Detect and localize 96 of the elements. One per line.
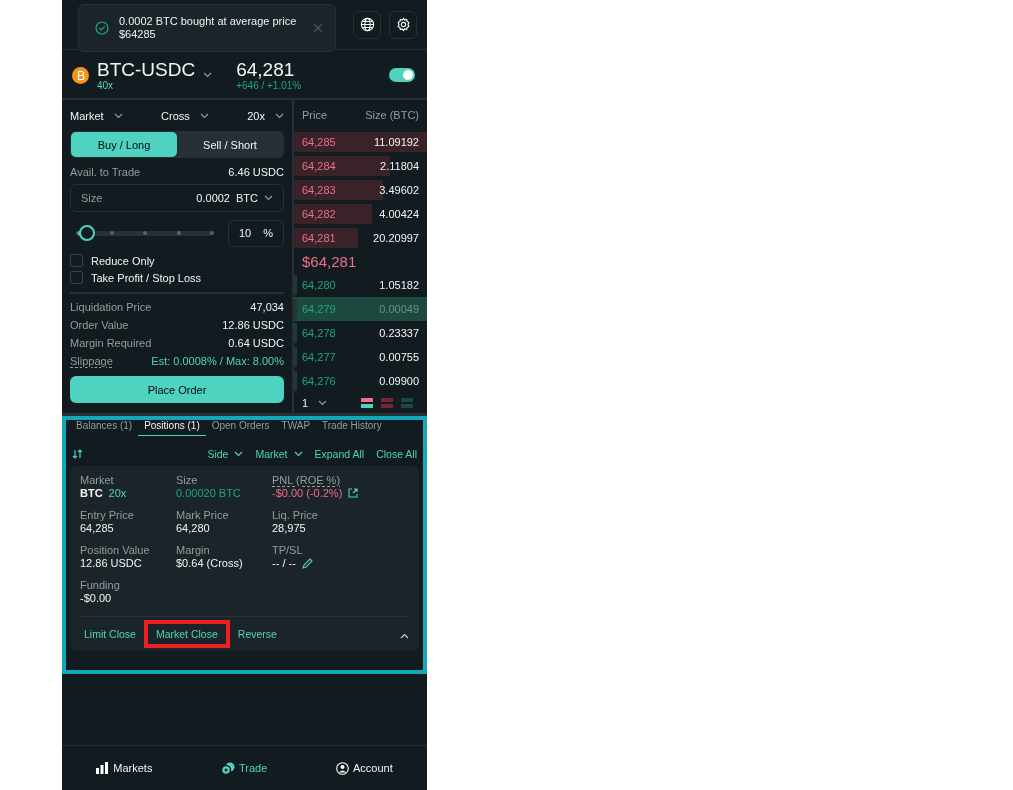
field-value: 28,975 — [272, 522, 306, 534]
field-label: Funding — [80, 579, 120, 591]
field-label: Mark Price — [176, 509, 229, 521]
ask-row[interactable]: 64,284 2.11804 — [294, 153, 427, 178]
field-value: 6.46 USDC — [228, 166, 284, 178]
checkbox-label: Reduce Only — [91, 254, 155, 267]
column-header: Price — [302, 108, 328, 121]
field-value: 64,280 — [176, 522, 210, 534]
sort-icon[interactable] — [72, 449, 83, 459]
positions-tab[interactable]: TWAP — [275, 420, 317, 436]
chevron-down-icon — [234, 451, 244, 457]
market-price: 64,281 — [236, 59, 296, 80]
field-value: 12.86 USDC — [80, 557, 142, 569]
mid-price: $64,281 — [301, 251, 358, 272]
chevron-down-icon — [203, 72, 213, 78]
positions-tab[interactable]: Balances (1) — [70, 420, 139, 436]
field-label: PNL (ROE %) — [272, 474, 341, 486]
leverage-tag: 20x — [108, 487, 127, 499]
bitcoin-icon — [72, 66, 89, 84]
nav-item[interactable]: Account — [329, 760, 399, 776]
field-label: Position Value — [80, 544, 150, 556]
market-symbol[interactable]: BTC-USDC — [97, 59, 196, 80]
nav-item[interactable]: Markets — [90, 761, 159, 775]
summary-label: Liquidation Price — [70, 301, 152, 313]
summary-value: 47,034 — [250, 301, 284, 313]
summary-label: Order Value — [70, 319, 129, 331]
toast-message: 0.0002 BTC bought at average price $64285 — [119, 15, 298, 41]
side-tab[interactable]: Buy / Long — [71, 132, 177, 157]
field-label: Market — [80, 474, 114, 486]
field-label: Liq. Price — [272, 509, 318, 521]
globe-icon[interactable] — [353, 10, 381, 39]
field-value: -- / -- — [272, 557, 296, 569]
field-value: -$0.00 (-0.2%) — [272, 487, 343, 499]
positions-tab[interactable]: Positions (1) — [138, 420, 206, 436]
field-value: 0.00020 BTC — [176, 487, 241, 499]
ask-row[interactable]: 64,281 20.20997 — [294, 225, 427, 250]
dropdown-select[interactable]: Cross — [161, 110, 209, 122]
size-field[interactable]: Size 0.0002 BTC — [70, 184, 284, 212]
field-value: 64,285 — [80, 522, 114, 534]
positions-tab[interactable]: Open Orders — [205, 420, 276, 436]
coins-icon — [221, 761, 235, 775]
user-icon — [335, 761, 349, 775]
checkbox-label: Take Profit / Stop Loss — [91, 271, 202, 284]
field-value: -$0.00 — [80, 592, 112, 604]
filter-dropdown[interactable]: Market — [255, 448, 303, 460]
percent-field[interactable]: 10 % — [228, 219, 284, 247]
ask-row[interactable]: 64,283 3.49602 — [294, 177, 427, 202]
field-label: Size — [176, 474, 198, 486]
field-label: Entry Price — [80, 509, 134, 521]
max-leverage: 40x — [97, 79, 115, 91]
chevron-up-icon — [400, 632, 409, 639]
settings-icon[interactable] — [389, 10, 417, 39]
dropdown-select[interactable]: 20x — [247, 110, 284, 122]
check-circle-icon — [95, 21, 109, 35]
chevron-down-icon — [293, 451, 303, 457]
field-label: Margin — [176, 544, 210, 556]
chevron-down-icon — [113, 113, 123, 119]
summary-value: 12.86 USDC — [222, 319, 284, 331]
price-change: +646 / +1.01% — [236, 79, 303, 91]
field-value: BTC — [80, 487, 103, 499]
field-label: TP/SL — [272, 544, 303, 556]
action-link[interactable]: Close All — [376, 448, 417, 460]
position-action[interactable]: Limit Close — [80, 620, 140, 648]
chevron-down-icon — [199, 113, 209, 119]
ask-row[interactable]: 64,285 11.09192 — [294, 129, 427, 154]
position-action[interactable]: Reverse — [233, 620, 281, 648]
dropdown-select[interactable]: Market — [70, 110, 123, 122]
filter-dropdown[interactable]: Side — [207, 448, 244, 460]
ask-row[interactable]: 64,282 4.00424 — [294, 201, 427, 226]
nav-item[interactable]: Trade — [215, 760, 274, 776]
column-header: Size (BTC) — [365, 108, 419, 121]
side-tab[interactable]: Sell / Short — [177, 132, 283, 157]
chevron-down-icon — [264, 195, 273, 201]
positions-tab[interactable]: Trade History — [316, 420, 388, 436]
checkbox[interactable] — [70, 254, 83, 267]
summary-value: Est: 0.0008% / Max: 8.00% — [151, 355, 284, 367]
chevron-down-icon — [275, 113, 284, 119]
bar-chart-icon — [96, 762, 110, 774]
place-order-button[interactable]: Place Order — [70, 376, 284, 403]
pencil-icon[interactable] — [301, 557, 313, 569]
action-link[interactable]: Expand All — [314, 448, 365, 460]
bid-row[interactable]: 64,280 1.05182 — [294, 273, 427, 298]
summary-value: 0.64 USDC — [228, 337, 284, 349]
summary-label: Slippage — [70, 355, 113, 367]
bid-row[interactable]: 64,276 0.09900 — [294, 369, 427, 394]
field-value: $0.64 (Cross) — [176, 557, 243, 569]
share-icon[interactable] — [348, 488, 359, 498]
bid-row[interactable]: 64,278 0.23337 — [294, 321, 427, 346]
checkbox[interactable] — [70, 271, 83, 284]
group-select[interactable]: 1 — [302, 397, 328, 410]
chevron-down-icon — [318, 400, 328, 407]
bid-row[interactable]: 64,277 0.00755 — [294, 345, 427, 370]
summary-label: Margin Required — [70, 337, 152, 349]
toggle-switch[interactable] — [389, 68, 415, 82]
field-label: Avail. to Trade — [70, 166, 141, 178]
position-action[interactable]: Market Close — [143, 620, 230, 648]
